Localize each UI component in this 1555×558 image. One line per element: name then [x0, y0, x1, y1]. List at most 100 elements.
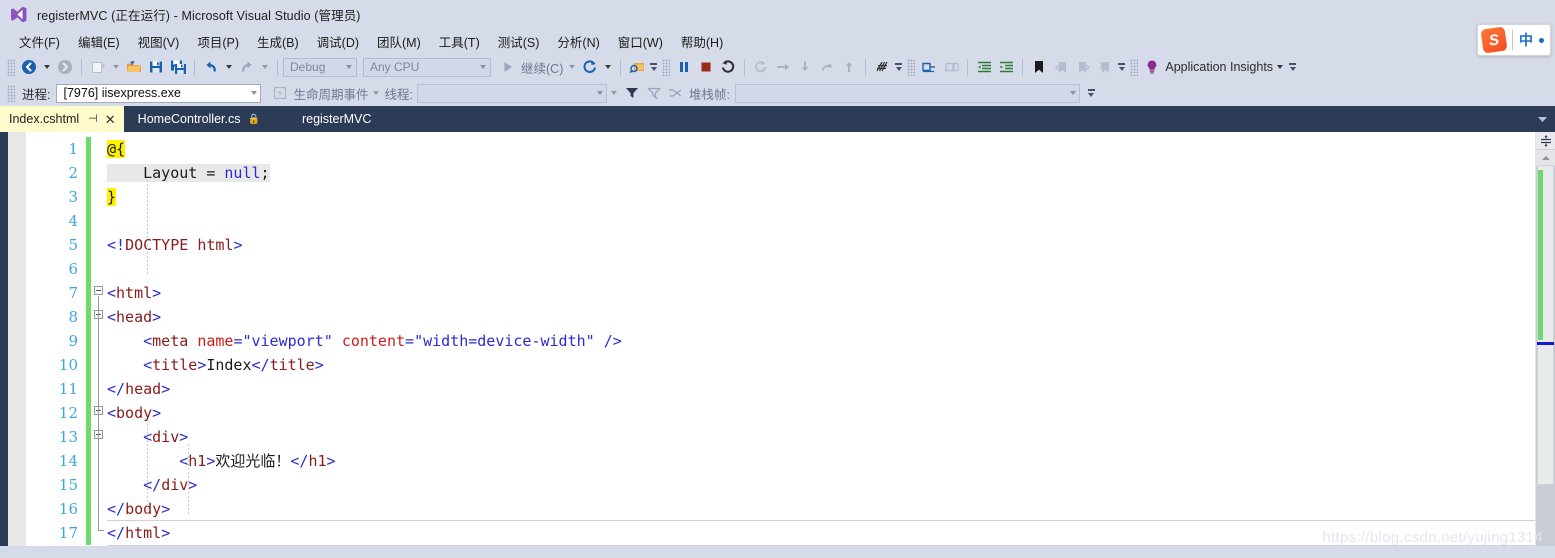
new-project-dropdown-icon[interactable] [113, 65, 119, 69]
code-line-15[interactable]: </div> [107, 473, 1535, 497]
clear-filter-button[interactable] [643, 82, 665, 104]
close-icon[interactable]: ✕ [105, 113, 116, 126]
thread-extra-dropdown-icon[interactable] [610, 91, 617, 95]
stackframe-combo[interactable] [734, 83, 1080, 103]
toggle-bookmark-button[interactable] [1028, 56, 1050, 78]
pause-button[interactable] [673, 56, 695, 78]
code-line-17[interactable]: </html> [107, 520, 1535, 546]
code-line-14[interactable]: <h1>欢迎光临！</h1> [107, 449, 1535, 473]
sogou-ime-bar[interactable]: S 中 [1477, 24, 1551, 56]
editor-vertical-scrollbar[interactable] [1535, 132, 1555, 546]
application-insights-dropdown-icon[interactable] [1277, 65, 1284, 69]
menu-item-help[interactable]: 帮助(H) [672, 30, 732, 53]
increase-indent-button[interactable] [995, 56, 1017, 78]
toolbar-grip[interactable] [662, 58, 671, 76]
navigate-forward-button[interactable] [54, 56, 76, 78]
ime-status-dot-icon[interactable] [1539, 37, 1544, 43]
debug-toolbar-overflow-button[interactable] [648, 56, 659, 78]
step-into-button[interactable] [794, 56, 816, 78]
code-line-9[interactable]: <meta name="viewport" content="width=dev… [107, 329, 1535, 353]
undo-dropdown-icon[interactable] [226, 65, 232, 69]
tab-homecontroller-cs[interactable]: HomeController.cs 🔒 [124, 106, 268, 132]
code-line-8[interactable]: <head> [107, 305, 1535, 329]
pin-icon[interactable]: ⊣ [88, 113, 98, 125]
next-bookmark-button[interactable] [1072, 56, 1094, 78]
code-editor[interactable]: 1 2 3 4 5 6 7 8 9 10 11 12 13 14 15 16 1… [0, 132, 1555, 546]
lifecycle-events-dropdown-icon[interactable] [372, 91, 379, 95]
code-line-16[interactable]: </body> [107, 497, 1535, 521]
solution-configuration-combo[interactable]: Debug [283, 57, 357, 77]
previous-bookmark-button[interactable] [1050, 56, 1072, 78]
code-line-13[interactable]: <div> [107, 425, 1535, 449]
code-line-2[interactable]: Layout = null; [107, 161, 1535, 185]
decrease-indent-button[interactable] [973, 56, 995, 78]
code-line-11[interactable]: </head> [107, 377, 1535, 401]
hot-reload-button[interactable] [579, 56, 601, 78]
save-all-button[interactable] [167, 56, 189, 78]
code-line-3[interactable]: } [107, 185, 1535, 209]
text-editor-overflow-button[interactable] [1116, 56, 1127, 78]
restart-button[interactable] [717, 56, 739, 78]
toolbar-grip[interactable] [7, 84, 15, 102]
menu-item-tools[interactable]: 工具(T) [430, 30, 489, 53]
ime-mode-button[interactable]: 中 [1515, 30, 1537, 50]
lifecycle-events-button[interactable] [269, 82, 291, 104]
comment-selection-button[interactable] [918, 56, 940, 78]
code-line-6[interactable] [107, 257, 1535, 281]
debug-location-overflow-button[interactable] [1086, 82, 1097, 104]
open-file-button[interactable] [123, 56, 145, 78]
menu-item-analyze[interactable]: 分析(N) [548, 30, 608, 53]
menu-item-test[interactable]: 测试(S) [489, 30, 549, 53]
toggle-threads-button[interactable] [665, 82, 687, 104]
sogou-ime-logo-icon[interactable]: S [1480, 26, 1508, 54]
application-insights-overflow-button[interactable] [1287, 56, 1298, 78]
toolbar-grip[interactable] [7, 58, 15, 76]
outlining-margin[interactable] [91, 132, 107, 546]
selection-margin[interactable] [8, 132, 26, 546]
stop-debugging-button[interactable] [695, 56, 717, 78]
undo-button[interactable] [200, 56, 222, 78]
clear-bookmarks-button[interactable] [1094, 56, 1116, 78]
navigate-back-dropdown-icon[interactable] [44, 65, 50, 69]
toolbar-grip[interactable] [907, 58, 916, 76]
navigate-back-button[interactable] [18, 56, 40, 78]
code-line-1[interactable]: @{ [107, 137, 1535, 161]
menu-item-debug[interactable]: 调试(D) [308, 30, 368, 53]
code-surface[interactable]: @{ Layout = null; } <!DOCTYPE html> <htm… [107, 132, 1535, 546]
continue-button-label[interactable]: 继续(C) [521, 58, 563, 77]
intellitrace-overflow-button[interactable] [893, 56, 904, 78]
tab-registermvc[interactable]: registerMVC [268, 106, 397, 132]
step-over-button[interactable] [772, 56, 794, 78]
thread-combo[interactable] [416, 83, 607, 103]
step-out-button[interactable] [816, 56, 838, 78]
menu-item-team[interactable]: 团队(M) [368, 30, 430, 53]
redo-button[interactable] [236, 56, 258, 78]
code-line-5[interactable]: <!DOCTYPE html> [107, 233, 1535, 257]
code-line-12[interactable]: <body> [107, 401, 1535, 425]
application-insights-label[interactable]: Application Insights [1165, 60, 1273, 74]
continue-dropdown-icon[interactable] [569, 65, 576, 69]
menu-item-file[interactable]: 文件(F) [10, 30, 69, 53]
save-button[interactable] [145, 56, 167, 78]
intellitrace-button[interactable] [871, 56, 893, 78]
start-debug-button[interactable] [497, 56, 519, 78]
code-line-7[interactable]: <html> [107, 281, 1535, 305]
tab-overflow-button[interactable] [1530, 106, 1555, 132]
toolbar-grip[interactable] [1130, 58, 1139, 76]
solution-platform-combo[interactable]: Any CPU [363, 57, 491, 77]
show-next-statement-button[interactable] [750, 56, 772, 78]
scroll-up-button[interactable] [1536, 150, 1555, 166]
application-insights-button[interactable] [1141, 56, 1163, 78]
code-line-4[interactable] [107, 209, 1535, 233]
redo-dropdown-icon[interactable] [262, 65, 268, 69]
lifecycle-events-label[interactable]: 生命周期事件 [293, 84, 368, 103]
hot-reload-dropdown-icon[interactable] [605, 65, 612, 69]
menu-item-project[interactable]: 项目(P) [188, 30, 248, 53]
menu-item-view[interactable]: 视图(V) [129, 30, 189, 53]
tab-index-cshtml[interactable]: Index.cshtml ⊣ ✕ [0, 106, 124, 132]
process-combo[interactable]: [7976] iisexpress.exe [56, 83, 262, 103]
menu-item-window[interactable]: 窗口(W) [609, 30, 672, 53]
step-return-button[interactable] [838, 56, 860, 78]
split-view-button[interactable] [1536, 132, 1555, 150]
code-line-10[interactable]: <title>Index</title> [107, 353, 1535, 377]
